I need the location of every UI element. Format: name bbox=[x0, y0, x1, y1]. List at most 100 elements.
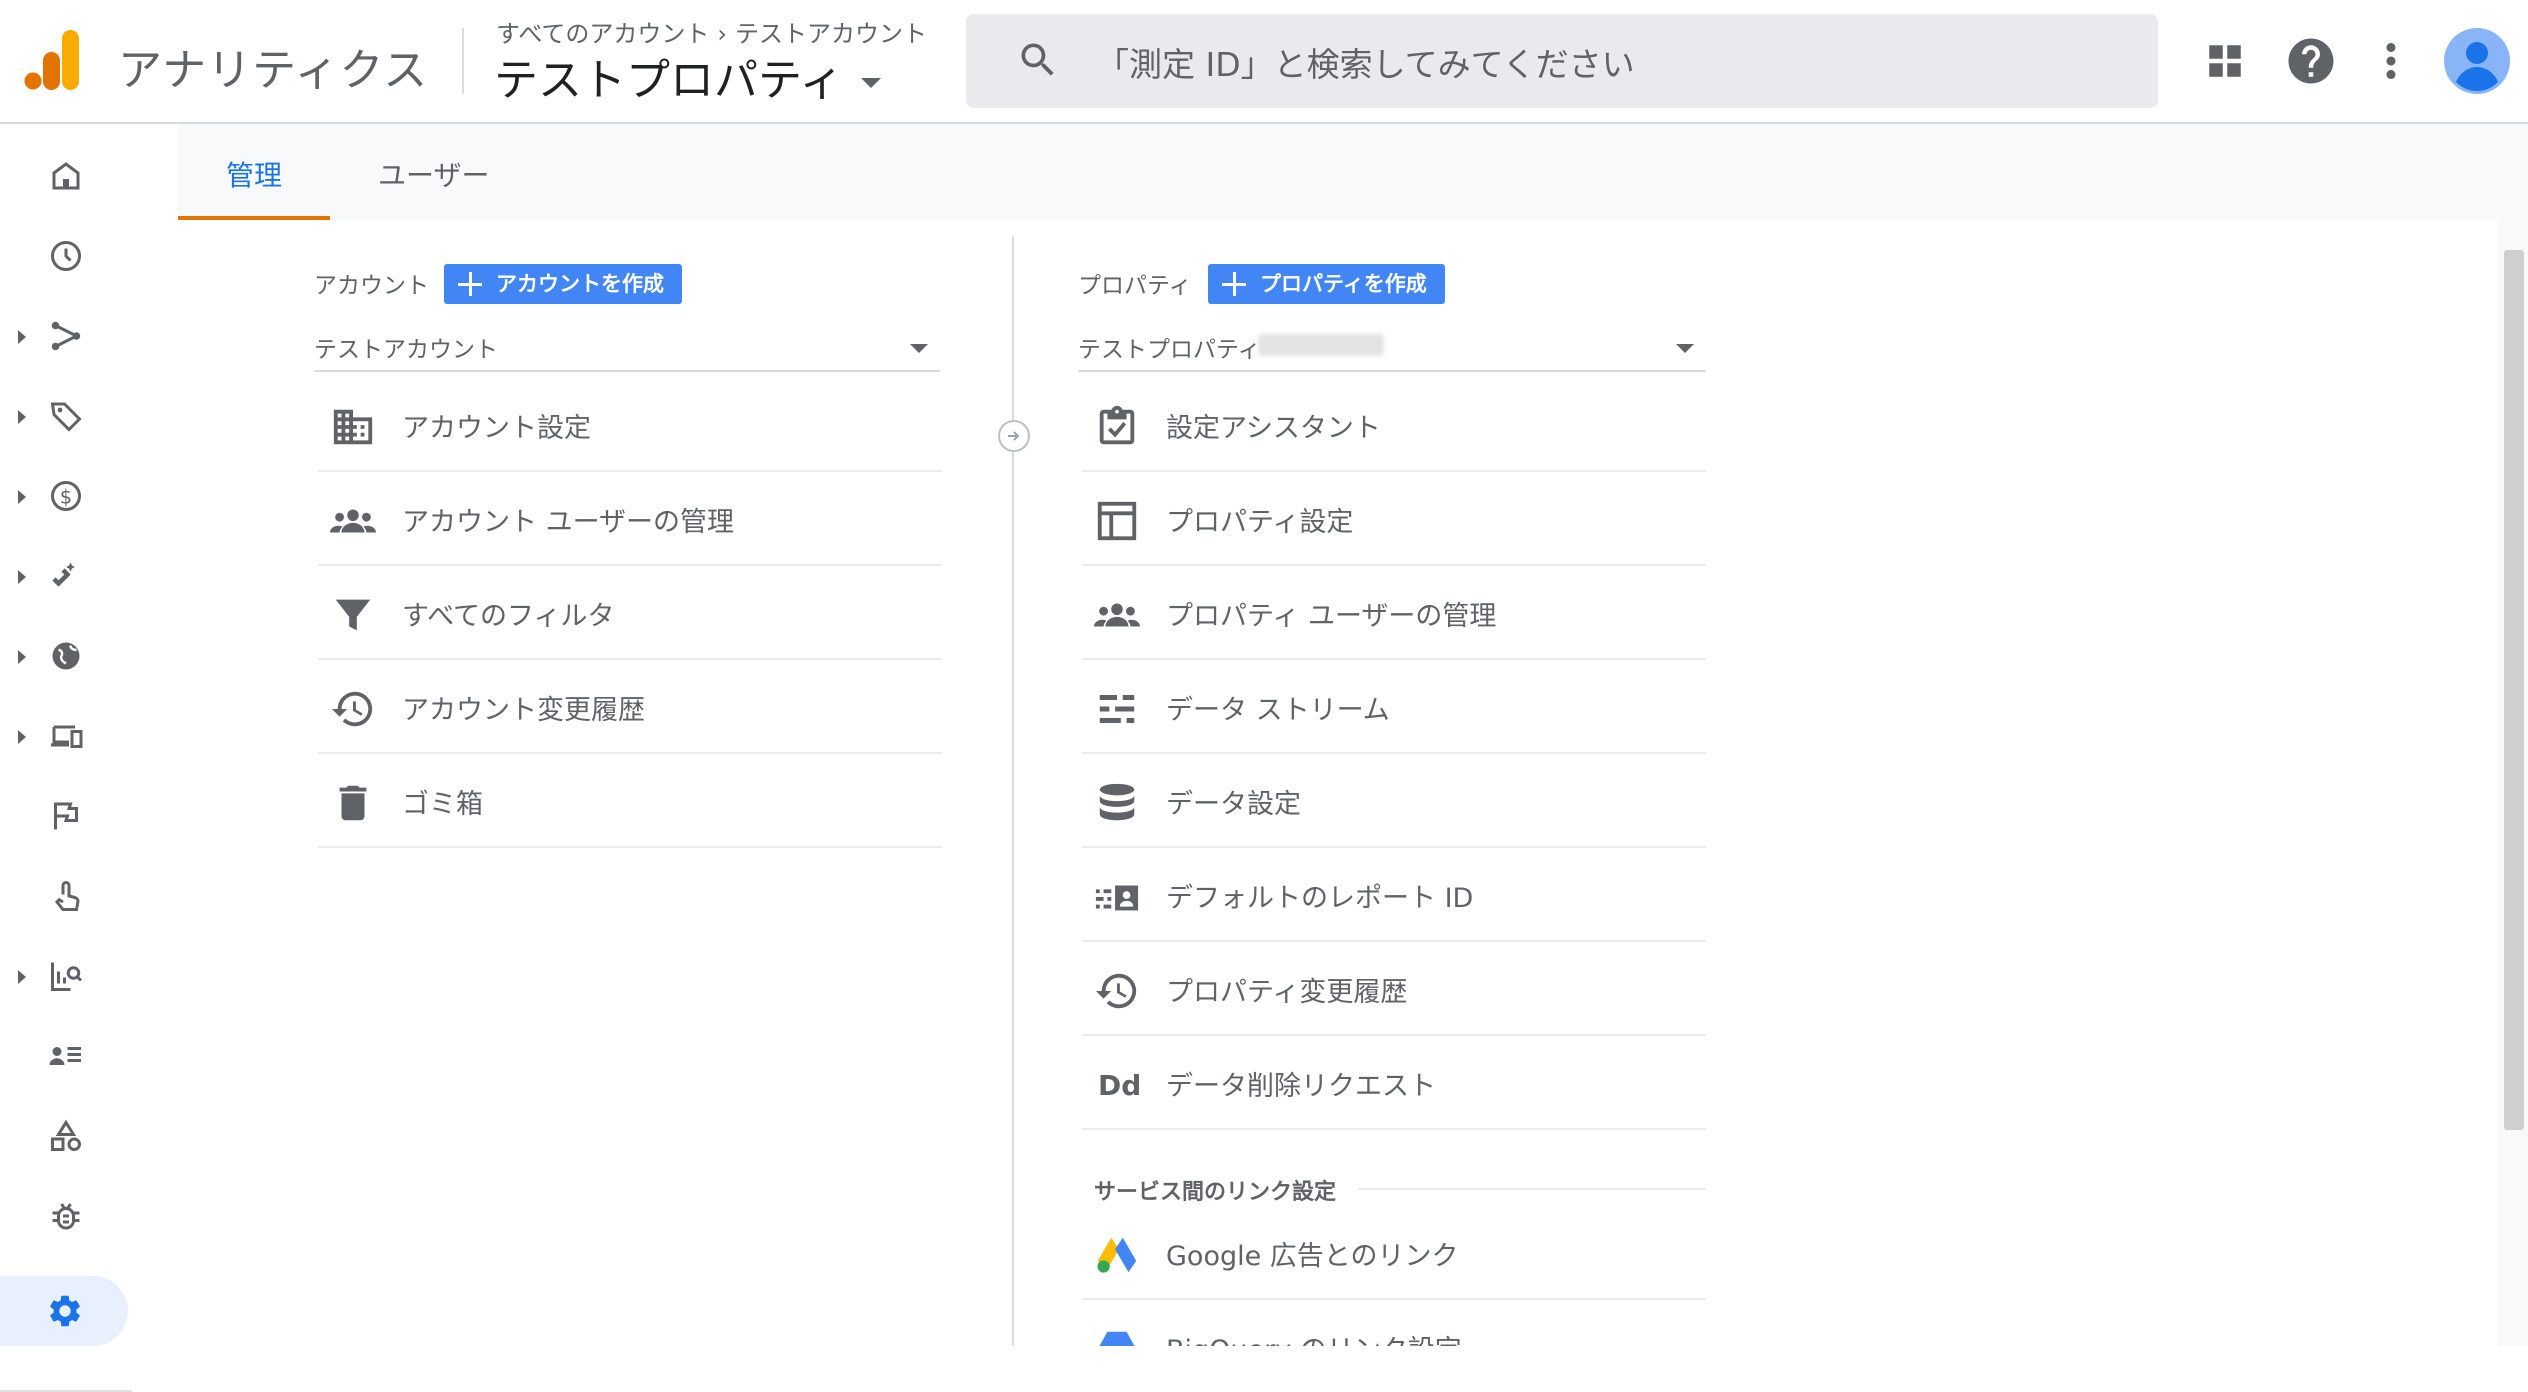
top-bar: アナリティクス すべてのアカウント › テストアカウント テストプロパティ 「測定 … bbox=[0, 0, 2528, 124]
property-column-label: プロパティ bbox=[1078, 273, 1192, 299]
nav-events[interactable] bbox=[0, 784, 132, 848]
nav-engagement[interactable] bbox=[0, 864, 132, 928]
checklist-icon bbox=[1099, 405, 1135, 445]
nav-home[interactable] bbox=[0, 144, 132, 208]
streams-icon bbox=[1099, 695, 1135, 723]
tab-admin[interactable]: 管理 bbox=[226, 154, 282, 194]
dollar-icon: $ bbox=[51, 481, 81, 511]
caret-down-icon bbox=[861, 78, 882, 88]
menu-trash[interactable]: ゴミ箱 bbox=[318, 754, 942, 848]
scrollbar[interactable] bbox=[2504, 250, 2524, 1130]
avatar[interactable] bbox=[2444, 28, 2510, 94]
menu-label: データ削除リクエスト bbox=[1166, 1071, 1436, 1102]
account-column-label: アカウント bbox=[314, 273, 429, 299]
account-selected: テストアカウント bbox=[314, 337, 498, 363]
more-vert-icon[interactable] bbox=[2364, 34, 2418, 88]
menu-bigquery-link[interactable]: BigQuery のリンク設定 bbox=[1082, 1300, 1706, 1346]
property-selector[interactable]: テストプロパティ bbox=[1078, 322, 1706, 372]
menu-default-reporting-id[interactable]: デフォルトのレポート ID bbox=[1082, 848, 1706, 942]
filter-icon bbox=[335, 599, 371, 631]
menu-property-settings[interactable]: プロパティ設定 bbox=[1082, 472, 1706, 566]
nav-debug[interactable] bbox=[0, 1184, 132, 1248]
menu-label: データ ストリーム bbox=[1166, 695, 1390, 726]
globe-icon bbox=[52, 642, 80, 670]
nav-audience[interactable] bbox=[0, 304, 132, 368]
menu-label: アカウント変更履歴 bbox=[402, 695, 645, 726]
search-input[interactable]: 「測定 ID」と検索してみてください bbox=[1096, 38, 1635, 86]
left-nav: $ bbox=[0, 124, 132, 1392]
tab-bar: 管理 ユーザー bbox=[178, 124, 2528, 220]
analytics-logo-icon[interactable] bbox=[24, 30, 84, 92]
search-box[interactable]: 「測定 ID」と検索してみてください bbox=[966, 14, 2158, 108]
menu-account-settings[interactable]: アカウント設定 bbox=[318, 378, 942, 472]
menu-label: アカウント ユーザーの管理 bbox=[402, 507, 735, 538]
menu-all-filters[interactable]: すべてのフィルタ bbox=[318, 566, 942, 660]
arrow-right-circle-icon bbox=[998, 420, 1030, 452]
account-selector[interactable]: テストアカウント bbox=[314, 322, 940, 372]
people-icon bbox=[1094, 603, 1140, 627]
property-selected: テストプロパティ bbox=[1078, 337, 1261, 363]
redacted-property-id bbox=[1258, 334, 1384, 356]
expand-arrow-icon bbox=[18, 650, 26, 664]
shapes-icon bbox=[51, 1119, 81, 1151]
menu-setup-assistant[interactable]: 設定アシスタント bbox=[1082, 378, 1706, 472]
nav-realtime[interactable] bbox=[0, 224, 132, 288]
list-person-icon bbox=[49, 1047, 81, 1065]
nav-monetization[interactable]: $ bbox=[0, 464, 132, 528]
search-icon bbox=[1021, 43, 1054, 76]
menu-label: プロパティ設定 bbox=[1166, 507, 1354, 538]
create-property-button[interactable]: プロパティを作成 bbox=[1208, 264, 1445, 304]
menu-account-user-management[interactable]: アカウント ユーザーの管理 bbox=[318, 472, 942, 566]
menu-label: アカウント設定 bbox=[402, 413, 591, 444]
database-icon bbox=[1099, 783, 1135, 821]
menu-data-streams[interactable]: データ ストリーム bbox=[1082, 660, 1706, 754]
flag-icon bbox=[54, 802, 78, 830]
report-search-icon bbox=[51, 962, 83, 991]
nav-geo[interactable] bbox=[0, 624, 132, 688]
expand-arrow-icon bbox=[18, 730, 26, 744]
nav-configure[interactable] bbox=[0, 1104, 132, 1168]
bigquery-icon bbox=[1099, 1331, 1135, 1346]
magnet-icon bbox=[52, 562, 75, 587]
menu-label: プロパティ ユーザーの管理 bbox=[1166, 601, 1497, 632]
create-account-button[interactable]: アカウントを作成 bbox=[444, 264, 682, 304]
apps-grid-icon[interactable] bbox=[2198, 34, 2252, 88]
nav-admin[interactable] bbox=[0, 1276, 128, 1346]
links-section-header: サービス間のリンク設定 bbox=[1094, 1180, 1337, 1205]
building-icon bbox=[333, 409, 373, 445]
nav-analysis[interactable] bbox=[0, 944, 132, 1008]
dd-icon: Dd bbox=[1098, 1069, 1140, 1102]
expand-arrow-icon bbox=[18, 330, 26, 344]
nav-user-list[interactable] bbox=[0, 1024, 132, 1088]
trash-icon bbox=[339, 785, 367, 821]
menu-property-change-history[interactable]: プロパティ変更履歴 bbox=[1082, 942, 1706, 1036]
create-property-label: プロパティを作成 bbox=[1260, 272, 1427, 296]
history-icon bbox=[331, 691, 373, 727]
clock-icon bbox=[51, 241, 81, 271]
menu-property-user-management[interactable]: プロパティ ユーザーの管理 bbox=[1082, 566, 1706, 660]
nav-tags[interactable] bbox=[0, 384, 132, 448]
admin-panel: アカウント アカウントを作成 テストアカウント アカウント設定 アカウント ユー… bbox=[178, 220, 2524, 1346]
menu-account-change-history[interactable]: アカウント変更履歴 bbox=[318, 660, 942, 754]
expand-arrow-icon bbox=[18, 410, 26, 424]
menu-data-deletion-requests[interactable]: Dd データ削除リクエスト bbox=[1082, 1036, 1706, 1130]
nav-tech[interactable] bbox=[0, 704, 132, 768]
menu-label: プロパティ変更履歴 bbox=[1166, 977, 1408, 1008]
touch-icon bbox=[54, 881, 80, 911]
create-account-label: アカウントを作成 bbox=[496, 272, 664, 296]
menu-google-ads-link[interactable]: Google 広告とのリンク bbox=[1082, 1206, 1706, 1300]
menu-label: 設定アシスタント bbox=[1166, 413, 1381, 444]
tag-icon bbox=[50, 402, 82, 432]
property-picker[interactable]: テストプロパティ bbox=[494, 44, 882, 108]
plus-icon bbox=[1222, 272, 1246, 296]
help-icon[interactable] bbox=[2284, 34, 2338, 88]
expand-arrow-icon bbox=[18, 970, 26, 984]
tab-users[interactable]: ユーザー bbox=[378, 154, 489, 194]
menu-data-settings[interactable]: データ設定 bbox=[1082, 754, 1706, 848]
home-icon bbox=[52, 162, 80, 190]
menu-label: すべてのフィルタ bbox=[402, 601, 615, 632]
nav-acquisition[interactable] bbox=[0, 544, 132, 608]
devices-icon bbox=[51, 725, 83, 748]
expand-arrow-icon bbox=[18, 570, 26, 584]
expand-arrow-icon bbox=[18, 490, 26, 504]
